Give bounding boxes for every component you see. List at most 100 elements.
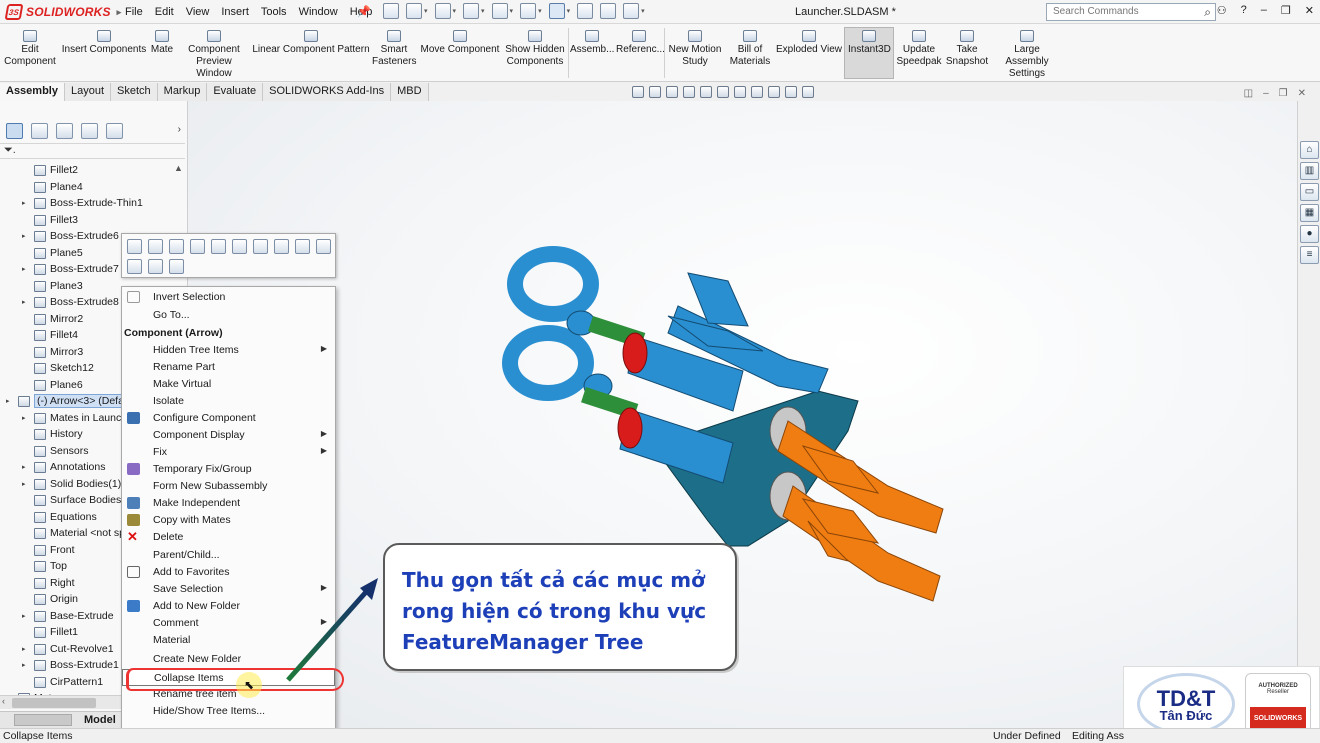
display-style-icon[interactable] — [734, 86, 746, 98]
tree-item[interactable]: Fillet3 — [0, 213, 186, 229]
tab-addins[interactable]: SOLIDWORKS Add-Ins — [263, 83, 392, 101]
zoom-to-selection-icon[interactable] — [127, 259, 142, 274]
menu-go-to[interactable]: Go To... — [122, 307, 335, 324]
menu-invert-selection[interactable]: Invert Selection — [122, 289, 335, 306]
chevron-down-icon[interactable]: ▾ — [510, 7, 514, 15]
expand-arrow-icon[interactable]: ▸ — [22, 480, 26, 488]
tree-item[interactable]: Plane4 — [0, 180, 186, 196]
file-explorer-icon[interactable]: ▭ — [1300, 183, 1319, 201]
menu-fix[interactable]: Fix ▶ — [122, 444, 335, 461]
search-commands-input[interactable]: Search Commands ⌕ — [1046, 3, 1216, 21]
smart-fasteners-button[interactable]: Smart Fasteners — [372, 30, 416, 68]
new-motion-study-button[interactable]: New Motion Study — [666, 30, 724, 68]
move-with-triad-icon[interactable] — [253, 239, 268, 254]
tab-sketch[interactable]: Sketch — [111, 83, 158, 101]
menu-make-independent[interactable]: Make Independent — [122, 495, 335, 512]
menu-temporary-fix[interactable]: Temporary Fix/Group — [122, 461, 335, 478]
assembly-features-button[interactable]: Assemb... — [570, 30, 614, 56]
chevron-down-icon[interactable]: ▾ — [453, 7, 457, 15]
view-palette-icon[interactable]: ▦ — [1300, 204, 1319, 222]
mate-icon[interactable] — [274, 239, 289, 254]
chevron-down-icon[interactable]: ▾ — [538, 7, 542, 15]
update-speedpak-button[interactable]: Update Speedpak — [896, 30, 942, 68]
expand-arrow-icon[interactable]: ▸ — [22, 612, 26, 620]
property-manager-tab-icon[interactable] — [31, 123, 48, 139]
view-orientation-icon[interactable] — [717, 86, 729, 98]
dimxpert-tab-icon[interactable] — [81, 123, 98, 139]
launcher-3d-model[interactable] — [188, 101, 1297, 728]
menu-tools[interactable]: Tools — [261, 6, 287, 18]
configuration-manager-tab-icon[interactable] — [56, 123, 73, 139]
search-icon[interactable]: ⌕ — [1204, 5, 1211, 20]
chevron-right-icon[interactable]: › — [178, 124, 181, 135]
view-settings-icon[interactable] — [802, 86, 814, 98]
edit-component-button[interactable]: Edit Component — [4, 30, 56, 68]
menu-hide-show-tree-items[interactable]: Hide/Show Tree Items... — [122, 703, 335, 720]
menu-form-new-subassembly[interactable]: Form New Subassembly — [122, 478, 335, 495]
chevron-down-icon[interactable]: ▾ — [424, 7, 428, 15]
expand-arrow-icon[interactable]: ▸ — [22, 463, 26, 471]
tab-navigation-arrows[interactable] — [14, 714, 72, 726]
expand-arrow-icon[interactable]: ▸ — [22, 661, 26, 669]
menu-isolate[interactable]: Isolate — [122, 393, 335, 410]
file-properties-icon[interactable] — [600, 3, 617, 19]
instant3d-button[interactable]: Instant3D — [844, 27, 894, 79]
tab-markup[interactable]: Markup — [157, 83, 208, 101]
tab-mbd[interactable]: MBD — [391, 83, 429, 101]
chevron-down-icon[interactable]: ▾ — [641, 7, 645, 15]
chevron-down-icon[interactable]: ▾ — [481, 7, 485, 15]
suppress-icon[interactable] — [211, 239, 226, 254]
section-view-icon[interactable] — [683, 86, 695, 98]
expand-arrow-icon[interactable]: ▸ — [22, 199, 26, 207]
tab-model[interactable]: Model — [84, 714, 116, 726]
previous-view-icon[interactable] — [666, 86, 678, 98]
restore-icon[interactable]: ❐ — [1281, 4, 1291, 17]
tile-icon[interactable]: ◫ — [1244, 88, 1253, 99]
tab-evaluate[interactable]: Evaluate — [207, 83, 264, 101]
appearance-icon[interactable] — [169, 259, 184, 274]
zoom-to-fit-icon[interactable] — [632, 86, 644, 98]
large-assembly-settings-button[interactable]: Large Assembly Settings — [992, 30, 1062, 80]
expand-arrow-icon[interactable]: ▸ — [6, 397, 10, 405]
expand-arrow-icon[interactable]: ▸ — [22, 232, 26, 240]
edit-part-icon[interactable] — [148, 239, 163, 254]
scroll-up-icon[interactable]: ▲ — [174, 163, 183, 173]
graphics-area[interactable] — [188, 101, 1297, 728]
close-icon[interactable]: ✕ — [1298, 88, 1306, 99]
menu-make-virtual[interactable]: Make Virtual — [122, 376, 335, 393]
component-properties-icon[interactable] — [316, 239, 331, 254]
filter-icon[interactable]: ⏷. — [4, 144, 16, 157]
open-folder-icon[interactable] — [434, 3, 451, 19]
expand-arrow-icon[interactable]: ▸ — [22, 645, 26, 653]
isolate-icon[interactable] — [148, 259, 163, 274]
linear-component-pattern-button[interactable]: Linear Component Pattern — [252, 30, 370, 56]
zoom-area-icon[interactable] — [649, 86, 661, 98]
menu-delete[interactable]: ✕ Delete — [122, 529, 335, 546]
appearances-icon[interactable]: ● — [1300, 225, 1319, 243]
tab-layout[interactable]: Layout — [64, 83, 112, 101]
home-icon[interactable] — [383, 3, 399, 19]
menu-save-selection[interactable]: Save Selection ▶ — [122, 581, 335, 598]
change-transparency-icon[interactable] — [169, 239, 184, 254]
insert-components-button[interactable]: Insert Components — [60, 30, 148, 56]
close-icon[interactable]: ✕ — [1305, 4, 1314, 17]
reference-geometry-button[interactable]: Referenc... — [616, 30, 665, 56]
dynamic-annotation-icon[interactable] — [700, 86, 712, 98]
edit-appearance-icon[interactable] — [768, 86, 780, 98]
display-manager-tab-icon[interactable] — [106, 123, 123, 139]
expand-arrow-icon[interactable]: ▸ — [22, 265, 26, 273]
solidworks-resources-icon[interactable]: ⌂ — [1300, 141, 1319, 159]
options-gear-icon[interactable] — [623, 3, 640, 19]
solidworks-logo[interactable]: 3S SOLIDWORKS ▸ — [4, 3, 121, 21]
fix-icon[interactable] — [232, 239, 247, 254]
menu-hidden-tree-items[interactable]: Hidden Tree Items ▶ — [122, 342, 335, 359]
select-arrow-icon[interactable] — [548, 3, 565, 19]
restore-icon[interactable]: ❐ — [1279, 88, 1288, 99]
hide-component-icon[interactable] — [190, 239, 205, 254]
menu-copy-with-mates[interactable]: Copy with Mates — [122, 512, 335, 529]
chevron-down-icon[interactable]: ▾ — [567, 7, 571, 15]
menu-comment[interactable]: Comment ▶ — [122, 615, 335, 632]
menu-view[interactable]: View — [186, 6, 210, 18]
menu-file[interactable]: File — [125, 6, 143, 18]
user-icon[interactable]: ⚇ — [1217, 4, 1227, 17]
